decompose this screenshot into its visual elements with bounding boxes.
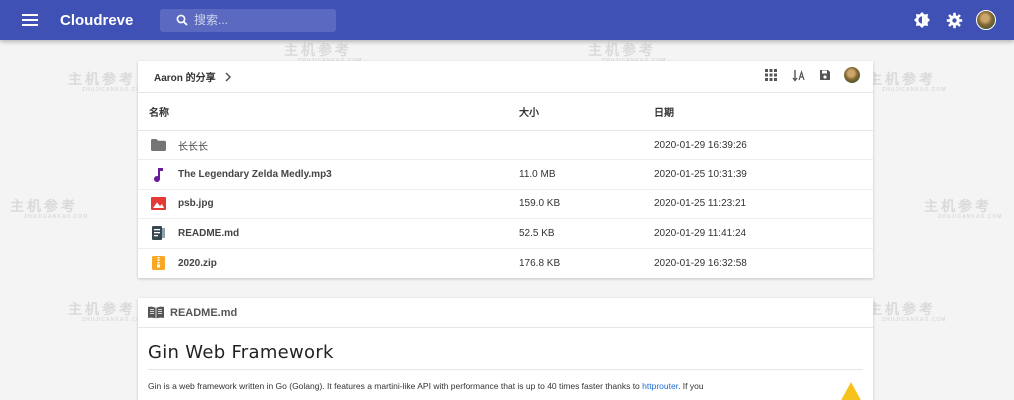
- column-header-name[interactable]: 名称: [138, 104, 519, 119]
- menu-button[interactable]: [10, 0, 50, 40]
- watermark: 主机参考ZHUJICANKAO.COM: [68, 301, 147, 323]
- music-note-icon: [149, 166, 167, 184]
- save-button[interactable]: [817, 67, 833, 83]
- readme-header: README.md: [138, 298, 873, 328]
- watermark: 主机参考ZHUJICANKAO.COM: [868, 301, 947, 323]
- readme-paragraph: Gin is a web framework written in Go (Go…: [148, 381, 704, 391]
- settings-button[interactable]: [944, 10, 964, 30]
- file-date: 2020-01-25 11:23:21: [654, 198, 747, 210]
- file-date: 2020-01-25 10:31:39: [654, 169, 747, 181]
- breadcrumb[interactable]: Aaron 的分享: [154, 69, 216, 84]
- avatar: [976, 10, 996, 30]
- readme-heading: Gin Web Framework: [148, 342, 863, 370]
- table-row[interactable]: The Legendary Zelda Medly.mp3 11.0 MB 20…: [138, 160, 873, 190]
- user-avatar-button[interactable]: [976, 10, 996, 30]
- gin-logo: [839, 382, 863, 400]
- file-name: The Legendary Zelda Medly.mp3: [178, 169, 332, 181]
- file-name: README.md: [178, 227, 240, 239]
- watermark: 主机参考ZHUJICANKAO.COM: [924, 198, 1003, 220]
- file-date: 2020-01-29 16:39:26: [654, 139, 747, 151]
- table-row[interactable]: 长长长 2020-01-29 16:39:26: [138, 131, 873, 161]
- file-name: 2020.zip: [178, 257, 217, 269]
- folder-icon: [149, 136, 167, 154]
- readme-filename: README.md: [170, 306, 238, 319]
- image-icon: [149, 195, 167, 213]
- search-icon: [176, 14, 188, 26]
- file-toolbar: Aaron 的分享: [138, 61, 873, 93]
- file-name: psb.jpg: [178, 198, 214, 210]
- brightness-icon: [914, 12, 930, 28]
- file-size: 159.0 KB: [519, 198, 561, 210]
- avatar: [844, 67, 860, 83]
- table-header: 名称 大小 日期: [138, 93, 873, 131]
- watermark: 主机参考ZHUJICANKAO.COM: [868, 71, 947, 93]
- table-row[interactable]: psb.jpg 159.0 KB 2020-01-25 11:23:21: [138, 190, 873, 220]
- app-title[interactable]: Cloudreve: [60, 12, 160, 29]
- search-input[interactable]: [194, 13, 324, 27]
- file-name: 长长长: [178, 141, 208, 153]
- markdown-file-icon: [149, 224, 167, 242]
- readme-content: Gin Web Framework Gin is a web framework…: [138, 328, 873, 391]
- file-list-card: Aaron 的分享 名称 大小 日期 长长长 2020-01-29 16:39:…: [138, 61, 873, 278]
- readme-card: README.md Gin Web Framework Gin is a web…: [138, 298, 873, 400]
- owner-avatar-button[interactable]: [844, 67, 860, 83]
- table-row[interactable]: 2020.zip 176.8 KB 2020-01-29 16:32:58: [138, 249, 873, 278]
- file-date: 2020-01-29 11:41:24: [654, 227, 747, 239]
- sort-alpha-icon: [791, 69, 805, 82]
- table-row[interactable]: README.md 52.5 KB 2020-01-29 11:41:24: [138, 219, 873, 249]
- file-date: 2020-01-29 16:32:58: [654, 257, 747, 269]
- file-size: 11.0 MB: [519, 169, 556, 181]
- column-header-size[interactable]: 大小: [519, 104, 654, 119]
- archive-icon: [149, 254, 167, 272]
- grid-icon: [765, 69, 777, 81]
- view-grid-button[interactable]: [763, 67, 779, 83]
- httprouter-link[interactable]: httprouter: [642, 381, 678, 391]
- book-open-icon: [148, 306, 164, 319]
- chevron-right-icon[interactable]: [224, 71, 232, 82]
- search-box[interactable]: [160, 8, 336, 32]
- sort-button[interactable]: [790, 67, 806, 83]
- file-size: 176.8 KB: [519, 257, 561, 269]
- watermark: 主机参考ZHUJICANKAO.COM: [10, 198, 89, 220]
- file-size: 52.5 KB: [519, 227, 555, 239]
- gear-icon: [946, 12, 962, 28]
- app-bar: Cloudreve: [0, 0, 1014, 40]
- menu-icon: [22, 14, 38, 26]
- watermark: 主机参考ZHUJICANKAO.COM: [68, 71, 147, 93]
- theme-toggle-button[interactable]: [912, 10, 932, 30]
- save-icon: [820, 70, 830, 80]
- column-header-date[interactable]: 日期: [654, 104, 873, 119]
